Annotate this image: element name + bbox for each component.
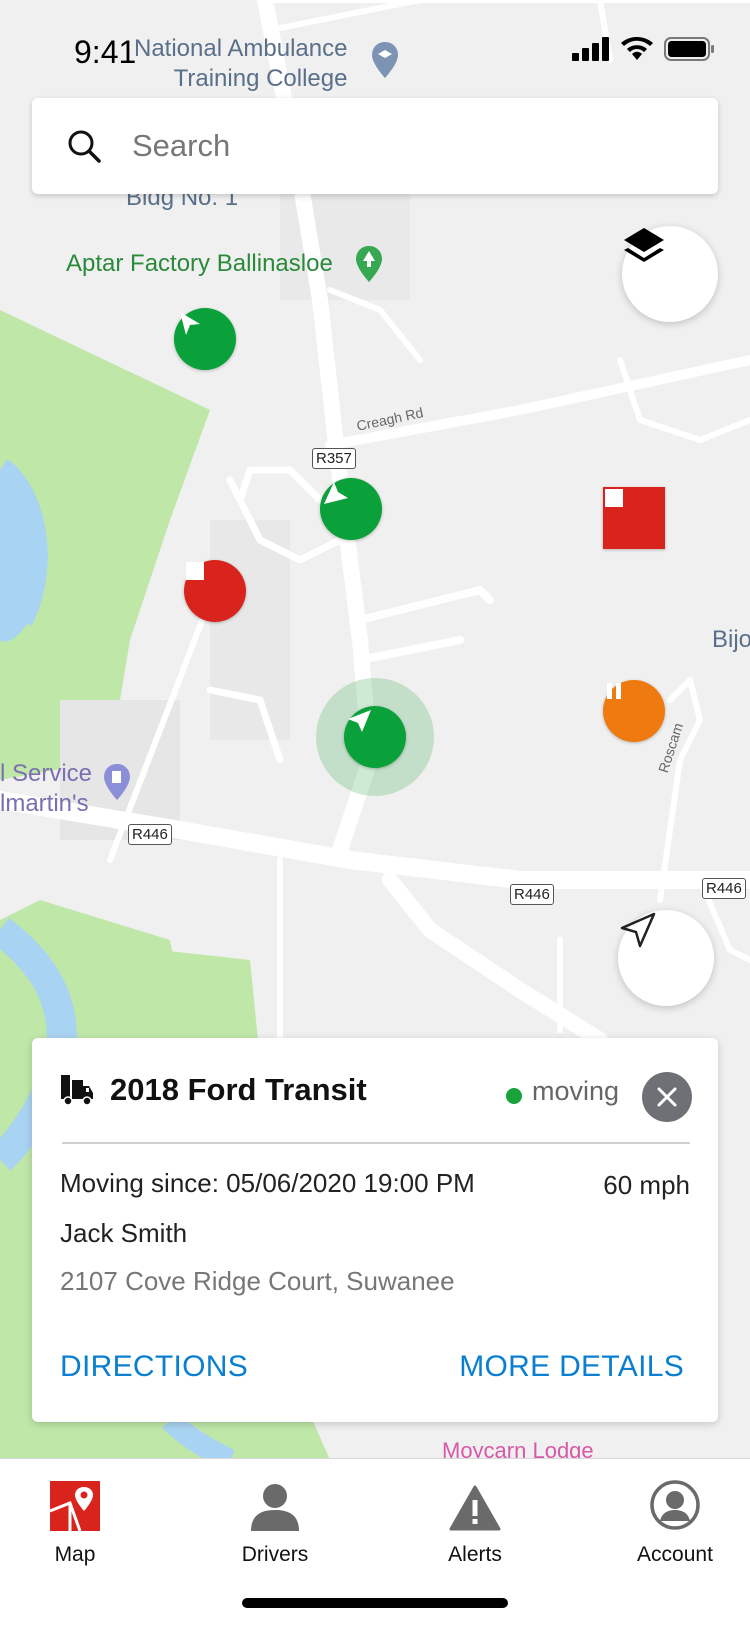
account-icon xyxy=(650,1480,700,1530)
vehicle-status: moving xyxy=(532,1076,620,1106)
driver-icon xyxy=(251,1484,299,1531)
close-icon xyxy=(657,1087,677,1107)
road-shield-r446: R446 xyxy=(510,884,554,905)
home-indicator xyxy=(242,1598,508,1608)
vehicle-marker-moving[interactable] xyxy=(320,478,382,540)
tab-label: Drivers xyxy=(241,1543,309,1566)
stop-icon xyxy=(186,562,204,580)
tab-label: Account xyxy=(637,1543,713,1566)
vehicle-marker-selected[interactable] xyxy=(344,706,406,768)
map-label-lodge[interactable]: Moycarn Lodge xyxy=(442,1440,594,1461)
search-input[interactable] xyxy=(130,127,694,165)
status-time: 9:41 xyxy=(74,34,137,70)
my-location-button[interactable] xyxy=(618,910,714,1006)
map-label-martins[interactable]: lmartin's xyxy=(0,792,89,816)
status-bar: 9:41 xyxy=(0,0,750,100)
road-shield-r446: R446 xyxy=(128,824,172,845)
divider xyxy=(62,1142,690,1144)
tab-label: Alerts xyxy=(448,1543,502,1566)
map-label-service[interactable]: l Service xyxy=(0,762,92,786)
battery-icon xyxy=(664,37,714,61)
map-label-bijo[interactable]: Bijo xyxy=(712,628,750,652)
location-arrow-icon xyxy=(620,912,656,948)
road-shield-r446: R446 xyxy=(702,878,746,899)
cellular-signal-icon xyxy=(572,37,609,61)
tab-map[interactable]: Map xyxy=(0,1473,150,1567)
vehicle-marker-moving[interactable] xyxy=(174,308,236,370)
wifi-icon xyxy=(621,37,653,60)
navigation-arrow-icon xyxy=(180,312,200,335)
layers-button[interactable] xyxy=(622,226,718,322)
tab-drivers[interactable]: Drivers xyxy=(200,1473,350,1567)
search-icon xyxy=(68,130,101,163)
navigation-arrow-icon xyxy=(324,482,348,504)
stop-icon xyxy=(605,489,623,507)
driver-name: Jack Smith xyxy=(60,1218,188,1248)
vehicle-address: 2107 Cove Ridge Court, Suwanee xyxy=(60,1266,455,1296)
pause-icon xyxy=(607,683,621,699)
vehicle-marker-idle[interactable] xyxy=(603,680,665,742)
vehicle-title: 2018 Ford Transit xyxy=(110,1072,367,1107)
map-label-factory[interactable]: Aptar Factory Ballinasloe xyxy=(66,252,333,276)
alert-icon xyxy=(449,1485,501,1531)
tab-label: Map xyxy=(54,1543,96,1566)
vehicle-marker-stopped[interactable] xyxy=(184,560,246,622)
navigation-arrow-icon xyxy=(348,710,371,732)
map-icon xyxy=(50,1481,100,1531)
search-bar[interactable] xyxy=(32,98,718,194)
vehicle-marker-stopped[interactable] xyxy=(603,487,665,549)
moving-since: Moving since: 05/06/2020 19:00 PM xyxy=(60,1168,475,1198)
directions-button[interactable]: DIRECTIONS xyxy=(60,1350,248,1384)
truck-icon xyxy=(61,1075,93,1106)
layers-icon xyxy=(624,228,664,262)
vehicle-details-card: 2018 Ford Transit moving Moving since: 0… xyxy=(32,1038,718,1422)
road-shield-r357: R357 xyxy=(312,448,356,469)
park-pin-icon xyxy=(356,246,382,282)
tab-account[interactable]: Account xyxy=(600,1473,750,1567)
tab-alerts[interactable]: Alerts xyxy=(400,1473,550,1567)
fuel-pin-icon xyxy=(104,764,130,800)
more-details-button[interactable]: MORE DETAILS xyxy=(459,1350,684,1384)
status-indicator xyxy=(506,1088,522,1104)
close-button[interactable] xyxy=(642,1072,692,1122)
vehicle-speed: 60 mph xyxy=(603,1170,690,1200)
